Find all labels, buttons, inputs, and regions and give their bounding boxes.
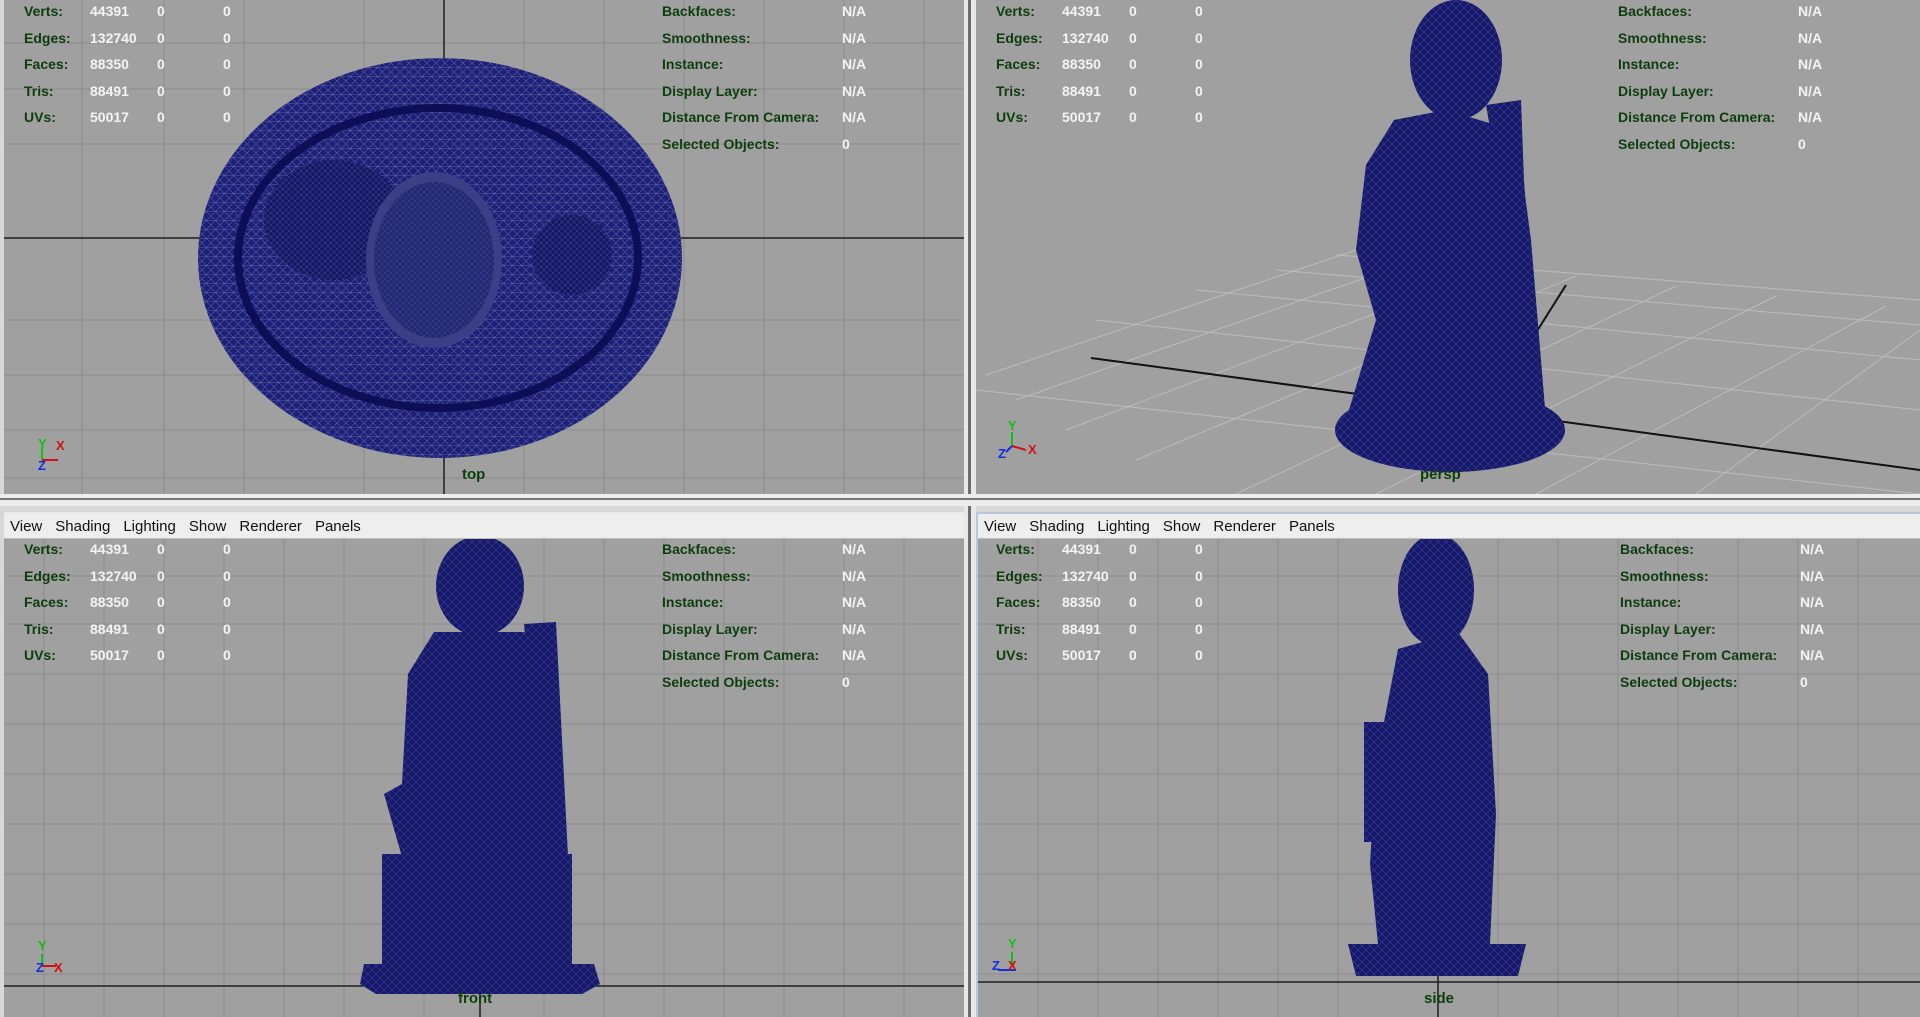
viewport-front[interactable]: View Shading Lighting Show Renderer Pane… (4, 512, 964, 1017)
menubar-side: View Shading Lighting Show Renderer Pane… (978, 514, 1920, 539)
hud-stats-front: Verts: 44391 0 0 Edges: 132740 0 0 Faces: 88350… (24, 541, 231, 663)
menu-panels[interactable]: Panels (315, 518, 361, 535)
mesh-side (1348, 534, 1526, 976)
stat-label: Verts: (24, 3, 63, 19)
menu-view[interactable]: View (984, 518, 1016, 535)
menu-lighting[interactable]: Lighting (1097, 518, 1150, 535)
camera-label-front: front (458, 990, 493, 1007)
pane-splitter-horizontal[interactable] (0, 494, 1920, 506)
menu-show[interactable]: Show (189, 518, 227, 535)
menu-renderer[interactable]: Renderer (239, 518, 302, 535)
hud-stats-persp: Verts: 44391 0 0 Edges: 132740 0 0 Faces: 88350… (996, 3, 1203, 125)
axis-gizmo-side: Y Z X (992, 936, 1017, 973)
menu-show[interactable]: Show (1163, 518, 1201, 535)
hud-info-side: Backfaces: N/A Smoothness: N/A Instance: N/… (1620, 541, 1825, 690)
hud-stats-top: Verts: 44391 0 0 Edges: 132740 0 0 Faces: 88350… (24, 0, 289, 131)
pane-splitter-vertical[interactable] (964, 0, 976, 1017)
viewport-persp[interactable]: Verts: 44391 0 0 Edges: 132740 0 0 Faces: 88350… (976, 0, 1920, 494)
menu-lighting[interactable]: Lighting (123, 518, 176, 535)
menu-shading[interactable]: Shading (55, 518, 110, 535)
camera-label-side: side (1424, 990, 1455, 1007)
camera-label-persp: persp (1420, 466, 1461, 483)
axis-gizmo-front: Y Z X (36, 938, 63, 975)
hud-info-front: Backfaces: N/A Smoothness: N/A Instance: N/… (662, 541, 867, 690)
hud-stats-side: Verts: 44391 0 0 Edges: 132740 0 0 Faces: 88350… (996, 541, 1203, 663)
hud-info-persp: Backfaces: N/A Smoothness: N/A Instance: N/… (1618, 3, 1823, 152)
axis-gizmo-persp: Y Z X (998, 418, 1037, 461)
viewport-side[interactable]: View Shading Lighting Show Renderer Pane… (976, 512, 1920, 1017)
menu-renderer[interactable]: Renderer (1213, 518, 1276, 535)
mesh-front (360, 536, 600, 994)
axis-gizmo-top: Y X Z (38, 436, 65, 473)
menu-shading[interactable]: Shading (1029, 518, 1084, 535)
viewport-top[interactable]: Verts: 44391 0 0 Edges: 132740 0 0 Faces: 88350… (4, 0, 964, 494)
mesh-persp (1335, 0, 1565, 472)
menu-view[interactable]: View (10, 518, 42, 535)
camera-label-top: top (462, 466, 486, 483)
hud-info-top: Backfaces: N/A Smoothness: N/A Instance: N/… (662, 3, 867, 152)
menubar-front: View Shading Lighting Show Renderer Pane… (4, 514, 964, 539)
menu-panels[interactable]: Panels (1289, 518, 1335, 535)
